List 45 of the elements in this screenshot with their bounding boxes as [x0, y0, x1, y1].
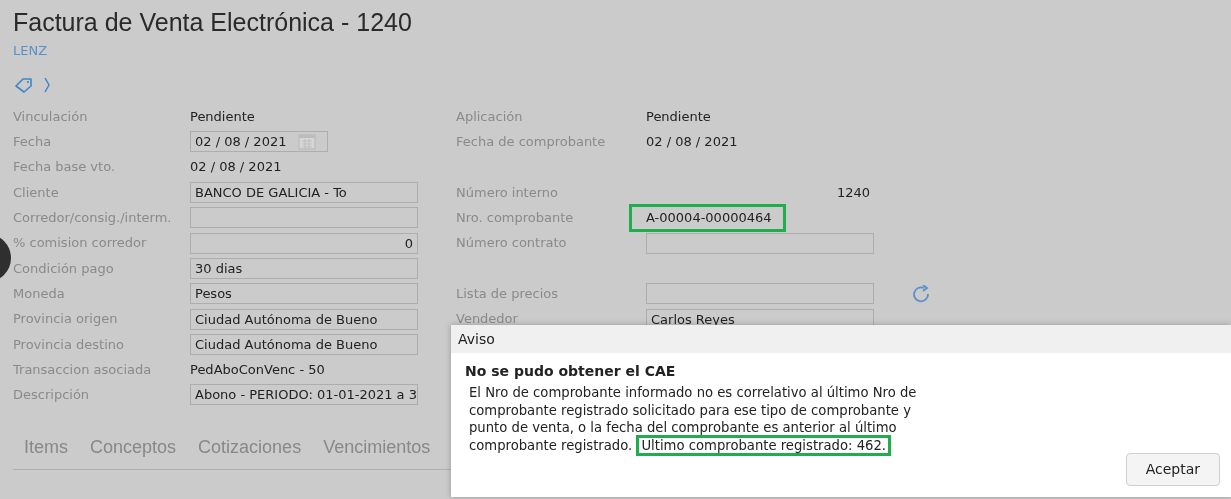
field-value: A-00004-00000464 [629, 204, 786, 232]
field-label: Fecha [12, 133, 53, 152]
field-label: Número interno [456, 183, 560, 202]
field-label: Descripción [12, 386, 91, 405]
field-value: Pendiente [190, 107, 255, 126]
date-field[interactable]: 02 / 08 / 2021 [190, 131, 328, 153]
field-label: Número contrato [456, 234, 568, 253]
accept-button[interactable]: Aceptar [1125, 453, 1220, 486]
field-label: Provincia destino [12, 335, 125, 354]
field-label: Vinculación [12, 107, 89, 126]
dialog-message: El Nro de comprobante informado no es correlativo al último Nro de comprobante registrado solicitado para ese tipo de comprobante y punto de venta, o la fecha del comprobante es anterior al último comprobante registrado. Ultimo comprobante registrado: 462. [469, 384, 947, 454]
input-field[interactable]: 30 dias [190, 257, 418, 279]
field-label: Condición pago [12, 259, 115, 278]
field-value: 02 / 08 / 2021 [190, 158, 282, 177]
field-value: PedAboConVenc - 50 [190, 360, 325, 379]
field-value: 02 / 08 / 2021 [646, 133, 738, 152]
input-field[interactable]: Abono - PERIODO: 01-01-2021 a 3 [190, 384, 418, 406]
chevron-right-icon[interactable] [44, 77, 50, 93]
input-field[interactable] [646, 232, 874, 254]
input-field[interactable] [646, 283, 874, 305]
field-label: Lista de precios [456, 284, 559, 303]
field-label: Corredor/consig./interm. [12, 209, 173, 228]
input-field[interactable]: BANCO DE GALICIA - To [190, 182, 418, 204]
field-label: % comision corredor [12, 234, 148, 253]
field-label: Transaccion asociada [12, 360, 153, 379]
field-value: Pendiente [646, 107, 711, 126]
field-label: Nro. comprobante [456, 209, 575, 228]
field-label: Aplicación [456, 107, 524, 126]
field-label: Moneda [12, 284, 66, 303]
input-field[interactable]: 0 [190, 232, 418, 254]
input-field[interactable] [190, 207, 418, 229]
field-value: 1240 [836, 183, 870, 202]
field-label: Cliente [12, 183, 60, 202]
refresh-icon[interactable] [912, 285, 932, 304]
calendar-icon[interactable] [298, 133, 317, 151]
field-label: Fecha base vto. [12, 158, 117, 177]
field-label: Fecha de comprobante [456, 133, 607, 152]
dialog-heading: No se pudo obtener el CAE [465, 362, 677, 381]
field-label: Provincia origen [12, 310, 119, 329]
input-field[interactable]: Pesos [190, 283, 418, 305]
input-field[interactable]: Ciudad Autónoma de Bueno [190, 308, 418, 330]
page-title: Factura de Venta Electrónica - 1240 [13, 7, 413, 37]
input-field[interactable]: Ciudad Autónoma de Bueno [190, 333, 418, 355]
tag-icon[interactable] [14, 77, 34, 93]
dialog-title: Aviso [451, 325, 1231, 353]
